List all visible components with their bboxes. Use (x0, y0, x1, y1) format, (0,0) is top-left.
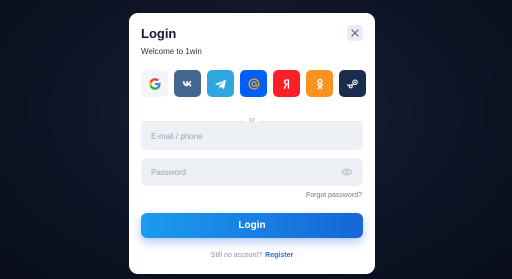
password-field-container (141, 158, 363, 186)
modal-title: Login (141, 26, 177, 41)
social-login-row (141, 70, 366, 97)
close-button[interactable] (347, 25, 363, 41)
register-prompt: Still no account? Register (129, 252, 375, 259)
ok-icon (316, 78, 323, 89)
password-input[interactable] (151, 167, 341, 177)
close-icon (351, 29, 359, 37)
ok-login-button[interactable] (306, 70, 333, 97)
login-submit-button[interactable]: Login (141, 213, 363, 238)
google-icon (148, 77, 161, 90)
mail-login-button[interactable] (240, 70, 267, 97)
eye-icon[interactable] (341, 166, 353, 178)
vk-login-button[interactable] (174, 70, 201, 97)
email-field-container (141, 122, 363, 150)
yandex-login-button[interactable] (273, 70, 300, 97)
forgot-password-link[interactable]: Forgot password? (306, 192, 362, 199)
steam-login-button[interactable] (339, 70, 366, 97)
telegram-icon (214, 79, 226, 89)
telegram-login-button[interactable] (207, 70, 234, 97)
yandex-icon (283, 78, 289, 89)
google-login-button[interactable] (141, 70, 168, 97)
modal-subtitle: Welcome to 1win (141, 47, 202, 56)
login-modal: Login Welcome to 1win or E-mail / phone … (129, 13, 375, 274)
register-link[interactable]: Register (265, 252, 293, 259)
no-account-text: Still no account? (210, 252, 263, 259)
vk-icon (182, 80, 192, 86)
email-phone-input[interactable] (151, 131, 353, 141)
at-icon (247, 78, 260, 90)
steam-icon (346, 79, 358, 88)
